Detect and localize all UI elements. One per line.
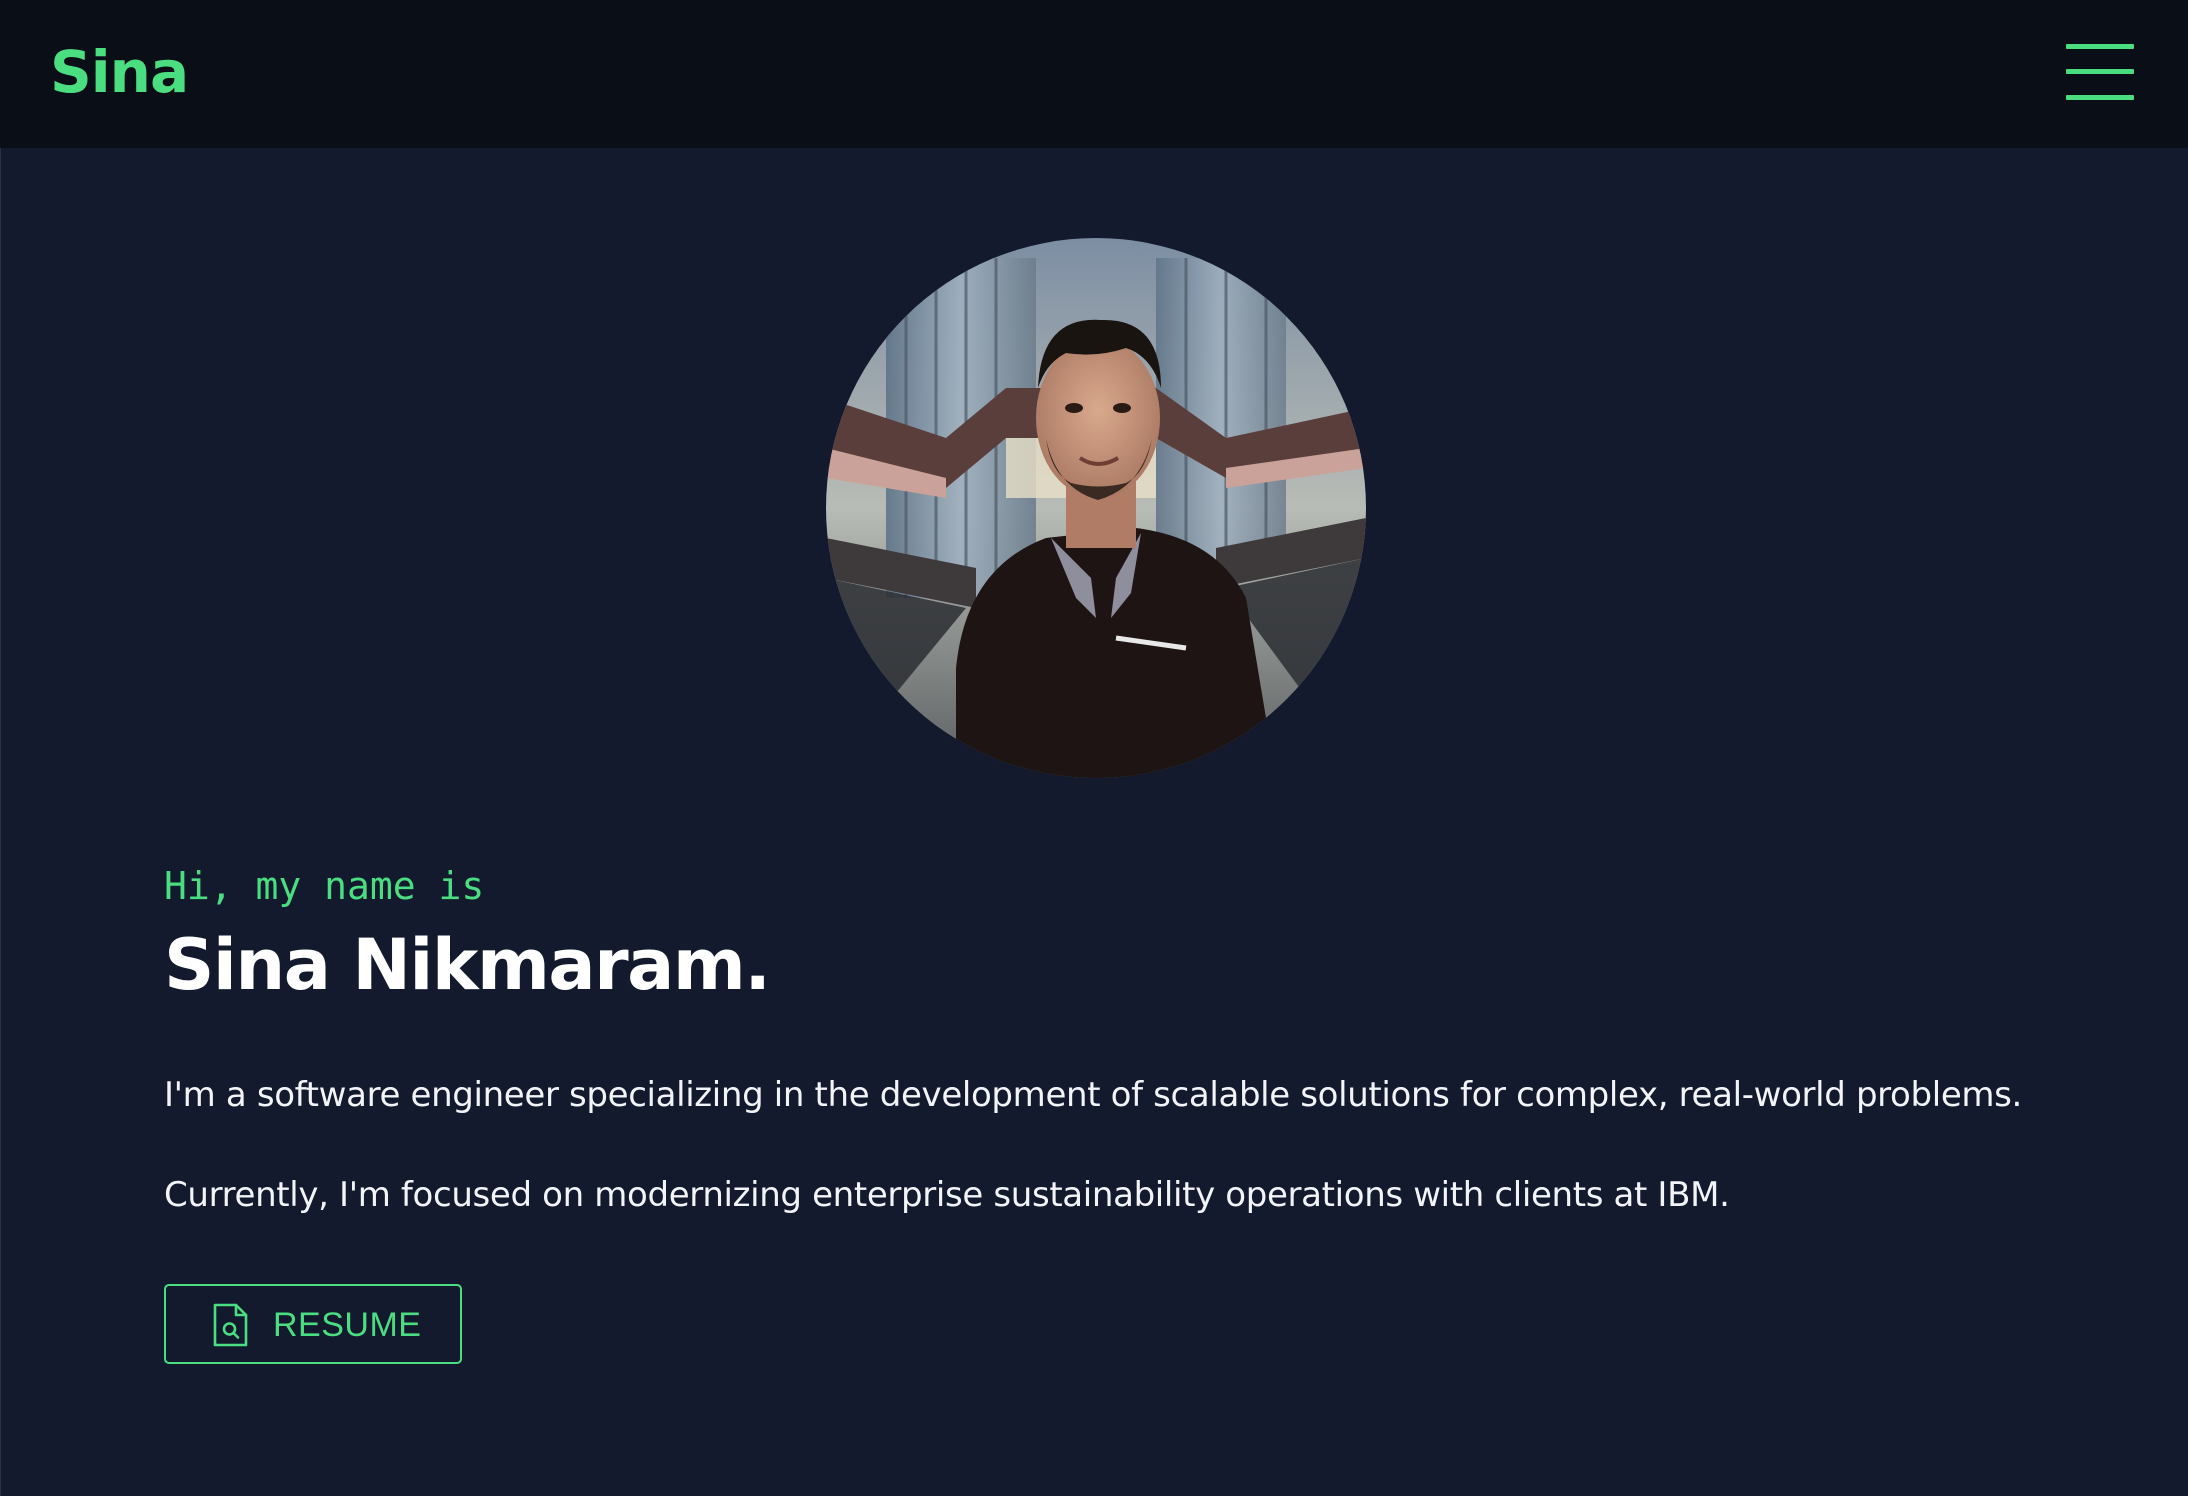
hamburger-menu-button[interactable] [2060,40,2140,104]
hero-name-heading: Sina Nikmaram. [164,924,771,1006]
top-navbar: Sina [0,0,2188,148]
brand-logo[interactable]: Sina [50,36,189,108]
profile-photo [826,238,1366,778]
resume-button[interactable]: RESUME [164,1284,462,1364]
resume-button-label: RESUME [273,1306,422,1344]
current-role-paragraph: Currently, I'm focused on modernizing en… [164,1175,1730,1215]
document-search-icon [210,1302,250,1348]
greeting-text: Hi, my name is [164,864,485,908]
intro-paragraph: I'm a software engineer specializing in … [164,1075,2022,1115]
left-edge-divider [0,148,1,1496]
